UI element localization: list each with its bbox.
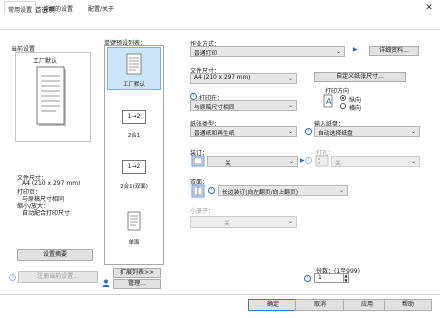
cancel-button[interactable]: 取消 [295, 299, 345, 311]
chevron-down-icon: ⌄ [287, 128, 293, 135]
booklet-select[interactable]: 关 ⌄ [190, 216, 297, 228]
info-icon: i [305, 128, 312, 135]
play-arrow-icon: ▶ [353, 46, 358, 53]
paper-type-select[interactable]: 普通纸和再生纸 ⌄ [190, 126, 297, 137]
orientation-landscape-radio[interactable] [340, 103, 346, 109]
expand-list-button[interactable]: 扩展列表>> [113, 268, 161, 278]
copies-stepper[interactable]: ▲ ▼ [343, 273, 349, 283]
preset-2in1-icon: 1→2 [122, 110, 146, 124]
doc-size-select[interactable]: A4 (210 x 297 mm) ⌄ [190, 73, 297, 84]
tab-config-about[interactable]: 配置/关于 [85, 3, 117, 14]
chevron-down-icon: ⌄ [410, 158, 416, 165]
close-icon[interactable]: ✕ [423, 2, 435, 14]
info-icon: i [305, 157, 312, 164]
duplex-value: 长边装订(向左翻页/向上翻页) [222, 190, 299, 196]
chevron-down-icon: ⌄ [287, 218, 293, 225]
staple-value: 关 [225, 161, 231, 167]
input-tray-value: 自动选择纸盘 [318, 131, 353, 137]
user-icon [102, 279, 110, 287]
zoom-summary-value: 自动配合打印尺寸 [22, 210, 71, 217]
chevron-down-icon: ⌄ [287, 102, 293, 109]
svg-text:A: A [326, 97, 332, 106]
tab-strip [0, 16, 440, 30]
preset-2in1-duplex-icon: 1→2 [122, 160, 146, 174]
tab-detailed[interactable]: 详细的设置 [40, 3, 76, 14]
booklet-label: 小册子： [190, 208, 215, 215]
chevron-down-icon: ⌄ [335, 48, 341, 55]
staple-icon [191, 155, 205, 167]
job-type-value: 普通打印 [194, 51, 218, 57]
portrait-page-icon: A [323, 94, 333, 108]
job-type-select[interactable]: 普通打印 ⌄ [190, 46, 345, 57]
preset-2in1-duplex-label[interactable]: 2合1(双面) [104, 182, 164, 190]
register-current-button[interactable]: 注册当前设置... [18, 271, 98, 283]
job-details-button[interactable]: 详细资料... [369, 46, 419, 56]
info-icon: i [9, 274, 16, 281]
chevron-down-icon: ⌄ [410, 128, 416, 135]
custom-paper-size-button[interactable]: 自定义纸张尺寸... [314, 72, 406, 82]
booklet-value: 关 [224, 221, 230, 227]
chevron-down-icon: ⌄ [338, 187, 344, 194]
info-icon: i [190, 93, 197, 100]
input-tray-select[interactable]: 自动选择纸盘 ⌄ [314, 126, 420, 137]
punch-select[interactable]: 关 ⌄ [331, 156, 420, 167]
orientation-portrait-radio[interactable] [340, 95, 346, 101]
help-button[interactable]: 帮助 [384, 299, 432, 311]
tab-basic[interactable]: 常用设置 [4, 1, 37, 15]
doc-size-value: A4 (210 x 297 mm) [194, 75, 251, 81]
preset-factory-label[interactable]: 工厂默认 [104, 80, 164, 88]
print-on-select[interactable]: 与原稿尺寸相同 ⌄ [190, 100, 297, 111]
chevron-down-icon: ⌄ [288, 158, 294, 165]
staple-select[interactable]: 关 ⌄ [207, 156, 298, 167]
preset-simplex-label[interactable]: 单面 [104, 238, 164, 246]
manage-button[interactable]: 管理... [113, 279, 161, 289]
footer-divider [0, 294, 440, 295]
info-icon: i [208, 187, 215, 194]
play-arrow-icon: ▶ [300, 157, 305, 164]
doc-size-summary-value: A4 (210 x 297 mm) [22, 180, 81, 187]
info-icon: i [304, 275, 311, 282]
punch-value: 关 [335, 161, 341, 167]
preset-simplex-icon [127, 211, 141, 231]
copies-input[interactable]: 1 [314, 273, 344, 283]
duplex-select[interactable]: 长边装订(向左翻页/向上翻页) ⌄ [218, 185, 348, 196]
print-on-value: 与原稿尺寸相同 [194, 105, 235, 111]
duplex-icon [191, 184, 205, 198]
paper-type-value: 普通纸和再生纸 [194, 131, 235, 137]
settings-summary-button[interactable]: 设置摘要 [17, 249, 93, 261]
orientation-landscape-label: 横向 [349, 105, 362, 112]
ok-button[interactable]: 确定 [248, 299, 298, 311]
preset-factory-icon [126, 53, 142, 75]
chevron-down-icon: ⌄ [287, 75, 293, 82]
current-profile-label: 工厂默认 [33, 58, 58, 65]
punch-icon [315, 155, 329, 167]
page-preview-icon [36, 66, 66, 126]
preset-2in1-label[interactable]: 2合1 [104, 131, 164, 139]
